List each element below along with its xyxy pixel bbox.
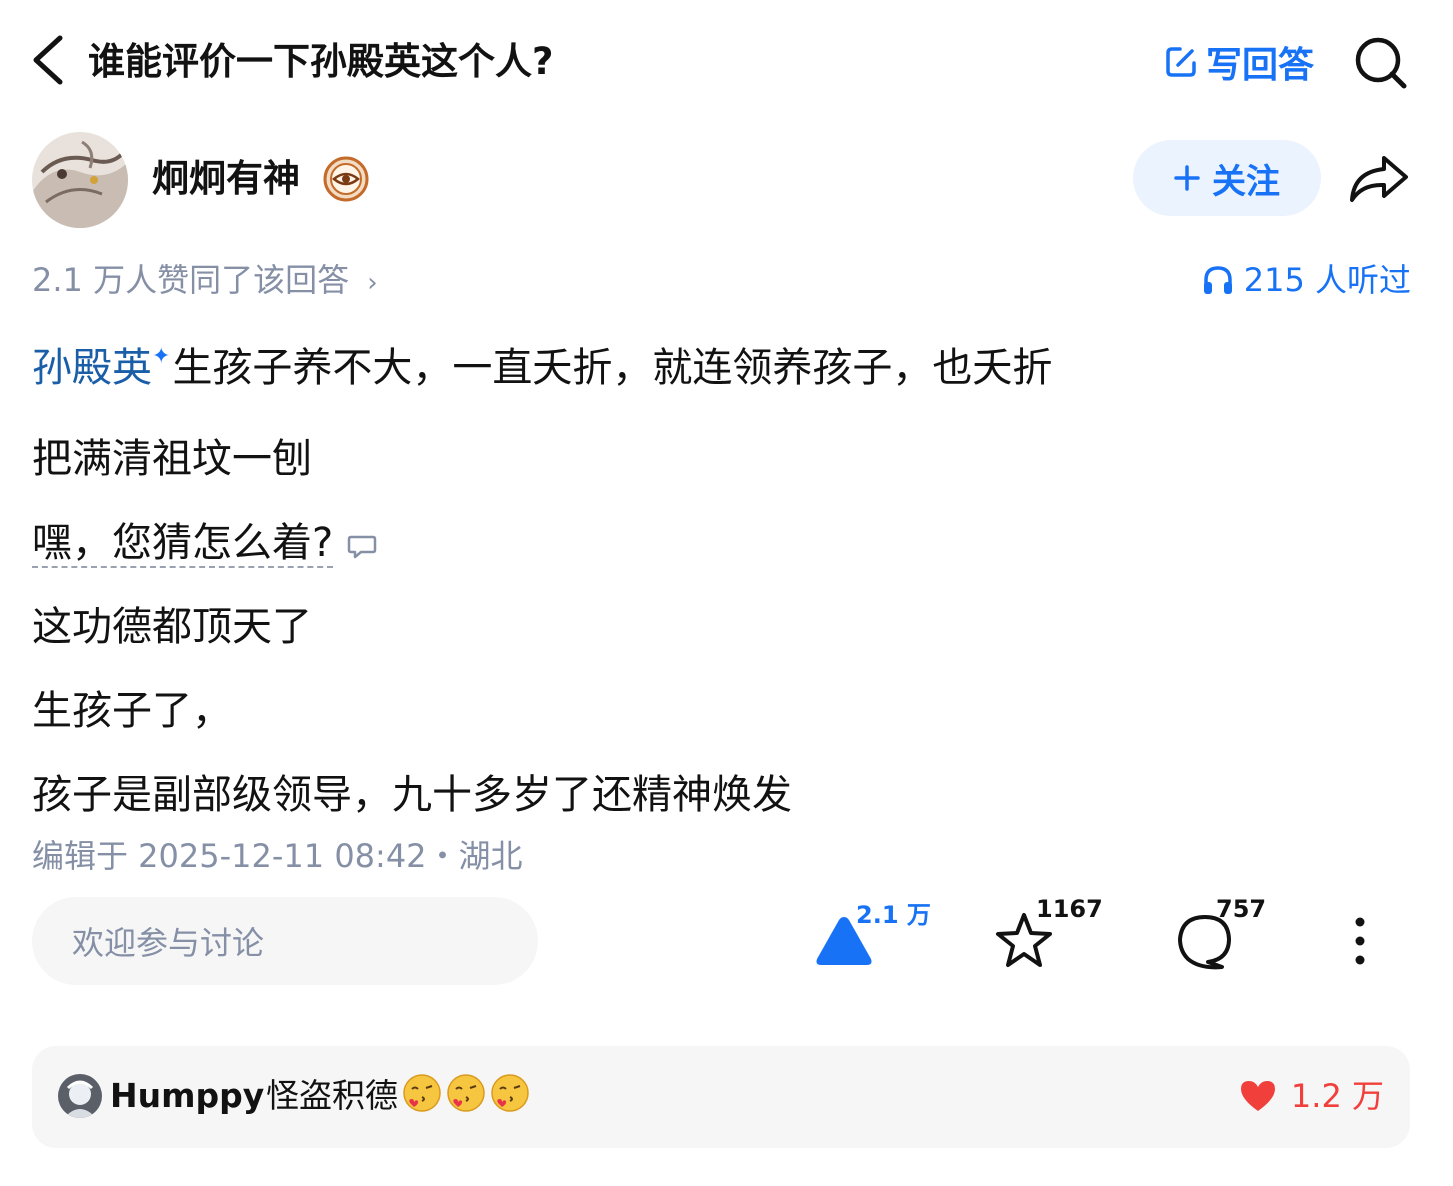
- share-icon[interactable]: [1346, 152, 1412, 206]
- favorite-count: 1167: [1036, 895, 1103, 923]
- content-line: 生孩子了，: [32, 688, 232, 734]
- commenter-name[interactable]: Humppy: [110, 1070, 264, 1122]
- author-name[interactable]: 炯炯有神: [152, 152, 300, 206]
- annotated-text[interactable]: 嘿，您猜怎么着?: [32, 520, 334, 568]
- listen-count: 215 人听过: [1243, 261, 1411, 299]
- kissing-emoji-icon: [491, 1074, 529, 1112]
- author-avatar[interactable]: [32, 132, 128, 228]
- content-line: 嘿，您猜怎么着?: [32, 501, 1052, 585]
- comment-button[interactable]: 757: [1172, 895, 1292, 975]
- discussion-input[interactable]: 欢迎参与讨论: [32, 897, 538, 985]
- question-title[interactable]: 谁能评价一下孙殿英这个人?: [88, 32, 553, 92]
- kissing-emoji-icon: [403, 1074, 441, 1112]
- write-answer-label: 写回答: [1206, 45, 1315, 86]
- edit-timestamp: 编辑于 2025-12-11 08:42・湖北: [32, 837, 523, 875]
- content-line: 这功德都顶天了: [32, 604, 312, 650]
- inline-comment-icon[interactable]: [347, 534, 377, 560]
- back-arrow-icon[interactable]: [24, 30, 74, 90]
- mention-link[interactable]: 孙殿英: [32, 345, 152, 391]
- content-line: 孙殿英✦生孩子养不大，一直夭折，就连领养孩子，也夭折: [32, 326, 1052, 417]
- favorite-button[interactable]: 1167: [992, 895, 1112, 975]
- search-icon[interactable]: [1352, 34, 1408, 90]
- listen-info[interactable]: 215 人听过: [1202, 256, 1411, 304]
- commenter-avatar[interactable]: [58, 1074, 102, 1118]
- comment-like-button[interactable]: 1.2 万: [1239, 1070, 1384, 1122]
- more-options-icon[interactable]: [1346, 916, 1374, 966]
- content-line: 把满清祖坟一刨: [32, 436, 312, 482]
- comment-body: 怪盗积德: [266, 1076, 398, 1115]
- upvote-count: 2.1 万: [856, 901, 931, 929]
- upvote-button[interactable]: 2.1 万: [812, 895, 942, 975]
- write-answer-button[interactable]: 写回答: [1164, 34, 1314, 90]
- plus-icon: [1174, 165, 1200, 191]
- heart-icon: [1240, 1081, 1275, 1111]
- content-text: 生孩子养不大，一直夭折，就连领养孩子，也夭折: [172, 345, 1053, 391]
- follow-label: 关注: [1212, 161, 1280, 202]
- upvote-summary: 2.1 万人赞同了该回答: [32, 261, 350, 299]
- comment-count: 757: [1216, 895, 1267, 923]
- content-line: 孩子是副部级领导，九十多岁了还精神焕发: [32, 772, 792, 818]
- comment-text: 怪盗积德: [266, 1070, 530, 1122]
- discussion-placeholder: 欢迎参与讨论: [72, 924, 265, 962]
- sparkle-icon: ✦: [152, 344, 171, 369]
- headphones-icon: [1203, 266, 1232, 294]
- kissing-emoji-icon: [447, 1074, 485, 1112]
- answer-content: 孙殿英✦生孩子养不大，一直夭折，就连领养孩子，也夭折 把满清祖坟一刨 嘿，您猜怎…: [32, 326, 1052, 837]
- comment-like-count: 1.2 万: [1290, 1077, 1384, 1115]
- edit-icon: [1166, 47, 1196, 77]
- eye-badge-icon: [323, 156, 369, 202]
- upvoters-link[interactable]: 2.1 万人赞同了该回答 ›: [32, 256, 378, 307]
- top-comment[interactable]: Humppy 怪盗积德 1.2 万: [32, 1046, 1410, 1148]
- follow-button[interactable]: 关注: [1133, 140, 1321, 216]
- chevron-right-icon: ›: [367, 268, 378, 298]
